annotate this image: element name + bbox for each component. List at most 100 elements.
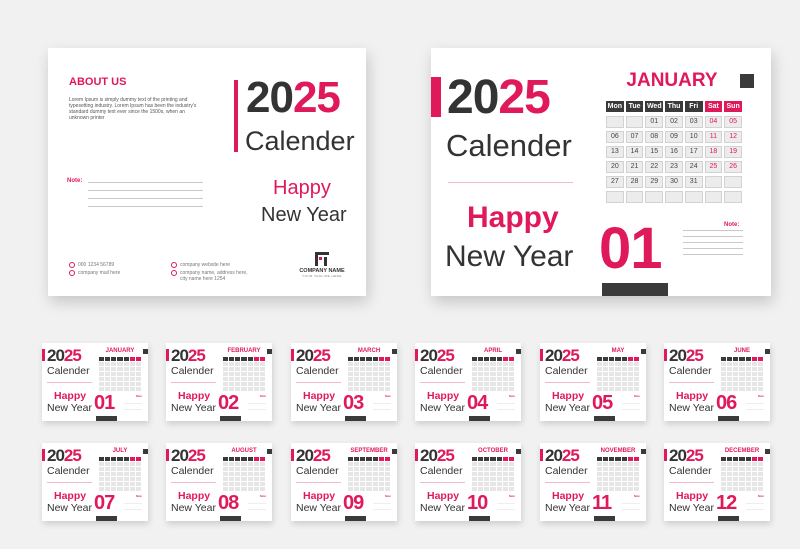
year-title: 2025 bbox=[171, 346, 206, 365]
day-cell bbox=[136, 362, 142, 366]
weekday-header bbox=[247, 457, 253, 461]
day-cell bbox=[104, 372, 111, 376]
month-number: 05 bbox=[592, 392, 613, 414]
note-line bbox=[373, 409, 391, 410]
weekday-header: Sat bbox=[704, 101, 723, 112]
day-cell bbox=[222, 387, 228, 391]
note-line bbox=[88, 182, 203, 183]
day-cell bbox=[98, 372, 104, 376]
day-cell bbox=[241, 462, 247, 466]
day-cell bbox=[228, 377, 235, 381]
note-line bbox=[746, 403, 764, 404]
weekday-header: Wed bbox=[645, 101, 664, 112]
month-grid bbox=[98, 457, 142, 491]
day-cell bbox=[372, 487, 378, 491]
weekday-header bbox=[129, 457, 136, 461]
new-year-text: New Year bbox=[420, 402, 465, 414]
day-cell bbox=[490, 462, 496, 466]
day-cell bbox=[502, 372, 509, 376]
note-line bbox=[373, 509, 391, 510]
month-number: 09 bbox=[343, 492, 364, 514]
day-cell bbox=[353, 482, 360, 486]
month-card-may: 2025 Calender Happy New Year MAY 05 Note… bbox=[540, 343, 646, 421]
day-cell bbox=[372, 377, 378, 381]
day-cell bbox=[720, 472, 726, 476]
day-cell bbox=[726, 382, 733, 386]
weekday-header bbox=[509, 457, 515, 461]
day-cell bbox=[353, 367, 360, 371]
weekday-header bbox=[104, 357, 111, 361]
day-cell bbox=[366, 477, 372, 481]
day-cell bbox=[241, 382, 247, 386]
day-cell bbox=[745, 487, 751, 491]
month-title: SEPTEMBER bbox=[350, 448, 388, 454]
day-cell bbox=[98, 487, 104, 491]
day-cell bbox=[615, 367, 621, 371]
day-cell bbox=[385, 367, 391, 371]
day-cell bbox=[502, 487, 509, 491]
day-cell bbox=[372, 367, 378, 371]
day-cell bbox=[111, 382, 117, 386]
weekday-header bbox=[260, 357, 266, 361]
day-cell bbox=[496, 382, 502, 386]
corner-block bbox=[740, 74, 754, 88]
day-cell bbox=[726, 472, 733, 476]
day-cell bbox=[136, 387, 142, 391]
day-cell bbox=[123, 482, 129, 486]
day-cell bbox=[596, 362, 602, 366]
day-cell bbox=[98, 462, 104, 466]
day-cell bbox=[111, 367, 117, 371]
day-cell bbox=[117, 367, 123, 371]
day-cell bbox=[509, 477, 515, 481]
month-card-november: 2025 Calender Happy New Year NOVEMBER 11… bbox=[540, 443, 646, 521]
day-cell bbox=[385, 372, 391, 376]
note-label: Note: bbox=[260, 495, 267, 498]
day-cell bbox=[496, 482, 502, 486]
weekday-header bbox=[758, 357, 764, 361]
month-card-june: 2025 Calender Happy New Year JUNE 06 Not… bbox=[664, 343, 770, 421]
day-cell bbox=[615, 467, 621, 471]
day-cell bbox=[634, 482, 640, 486]
calendar-word: Calender bbox=[47, 365, 90, 377]
day-cell bbox=[129, 372, 136, 376]
day-cell bbox=[484, 482, 490, 486]
day-cell bbox=[477, 362, 484, 366]
month-grid bbox=[720, 457, 764, 491]
happy-text: Happy bbox=[303, 390, 336, 402]
day-cell bbox=[385, 462, 391, 466]
day-cell bbox=[378, 487, 385, 491]
month-title: MAY bbox=[611, 348, 625, 354]
weekday-header bbox=[751, 357, 758, 361]
note-label: Note: bbox=[758, 395, 765, 398]
month-card-april: 2025 Calender Happy New Year APRIL 04 No… bbox=[415, 343, 521, 421]
year-title: 2025 bbox=[47, 346, 82, 365]
day-cell bbox=[241, 477, 247, 481]
day-cell bbox=[98, 472, 104, 476]
month-number: 03 bbox=[343, 392, 364, 414]
day-cell bbox=[241, 377, 247, 381]
day-cell bbox=[609, 367, 615, 371]
day-cell bbox=[477, 387, 484, 391]
month-number: 12 bbox=[716, 492, 737, 514]
weekday-header bbox=[241, 357, 247, 361]
accent-bar bbox=[664, 349, 667, 361]
day-cell bbox=[477, 472, 484, 476]
day-cell bbox=[123, 472, 129, 476]
day-cell bbox=[609, 377, 615, 381]
day-cell bbox=[751, 367, 758, 371]
month-title: DECEMBER bbox=[724, 448, 760, 454]
note-line bbox=[683, 248, 743, 249]
day-cell bbox=[726, 477, 733, 481]
note-line bbox=[497, 403, 515, 404]
happy-text: Happy bbox=[467, 201, 559, 234]
day-cell bbox=[751, 482, 758, 486]
day-cell: 20 bbox=[606, 161, 624, 173]
day-cell bbox=[353, 477, 360, 481]
day-cell bbox=[627, 462, 634, 466]
accent-bar bbox=[664, 449, 667, 461]
weekday-header bbox=[253, 357, 260, 361]
weekday-header bbox=[360, 457, 366, 461]
day-cell bbox=[253, 387, 260, 391]
day-cell bbox=[129, 362, 136, 366]
day-cell bbox=[353, 472, 360, 476]
